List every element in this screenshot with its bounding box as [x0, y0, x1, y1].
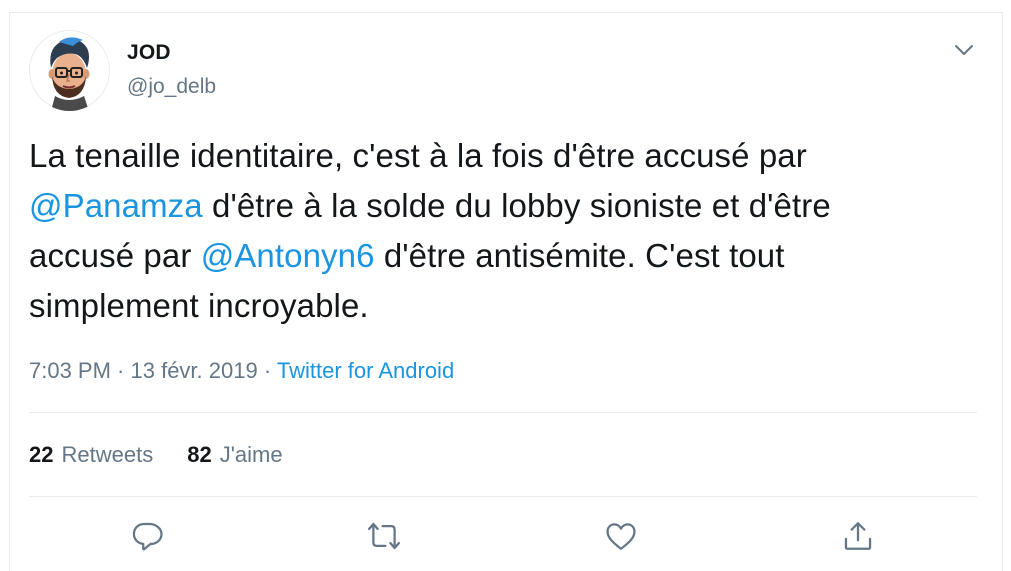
tweet-actions-bar: [0, 516, 1011, 560]
meta-separator: ·: [110, 358, 131, 383]
like-button[interactable]: [601, 516, 641, 556]
share-button[interactable]: [838, 516, 878, 556]
heart-icon: [606, 523, 636, 550]
avatar[interactable]: [29, 30, 110, 111]
mention-link-panamza[interactable]: @Panamza: [29, 187, 203, 224]
tweet-metadata: 7:03 PM · 13 févr. 2019 · Twitter for An…: [29, 358, 454, 384]
more-options-button[interactable]: [950, 36, 978, 64]
tweet-line: simplement incroyable.: [29, 281, 979, 331]
retweets-stat[interactable]: 22 Retweets: [29, 442, 153, 468]
divider: [29, 496, 977, 497]
tweet-text-segment: d'être antisémite. C'est tout: [374, 237, 785, 274]
user-handle[interactable]: @jo_delb: [127, 75, 216, 99]
tweet-text-segment: La tenaille identitaire, c'est à la fois…: [29, 137, 807, 174]
likes-count: 82: [187, 442, 212, 467]
display-name[interactable]: JOD: [127, 41, 171, 65]
reply-button[interactable]: [127, 516, 167, 556]
tweet-text-segment: d'être à la solde du lobby sioniste et d…: [202, 187, 831, 224]
tweet-source-link[interactable]: Twitter for Android: [277, 358, 454, 383]
tweet-time[interactable]: 7:03 PM: [29, 358, 111, 383]
reply-icon: [132, 522, 163, 551]
tweet-date[interactable]: 13 févr. 2019: [131, 358, 258, 383]
tweet-stats: 22 Retweets 82 J'aime: [29, 442, 317, 468]
tweet-text-segment: simplement incroyable.: [29, 287, 369, 324]
tweet-line: La tenaille identitaire, c'est à la fois…: [29, 131, 979, 181]
chevron-down-icon: [955, 45, 973, 55]
retweet-button[interactable]: [364, 516, 404, 556]
likes-stat[interactable]: 82 J'aime: [187, 442, 282, 468]
mention-link-antonyn6[interactable]: @Antonyn6: [201, 237, 375, 274]
meta-separator: ·: [257, 358, 277, 383]
tweet-line: accusé par @Antonyn6 d'être antisémite. …: [29, 231, 979, 281]
retweet-icon: [367, 522, 401, 550]
avatar-illustration: [29, 30, 110, 111]
tweet-text-segment: accusé par: [29, 237, 201, 274]
divider: [29, 412, 977, 413]
tweet-line: @Panamza d'être à la solde du lobby sion…: [29, 181, 979, 231]
retweets-label: Retweets: [61, 442, 154, 467]
likes-label: J'aime: [219, 442, 283, 467]
retweets-count: 22: [29, 442, 54, 467]
share-icon: [844, 522, 872, 550]
tweet-text: La tenaille identitaire, c'est à la fois…: [29, 131, 979, 331]
